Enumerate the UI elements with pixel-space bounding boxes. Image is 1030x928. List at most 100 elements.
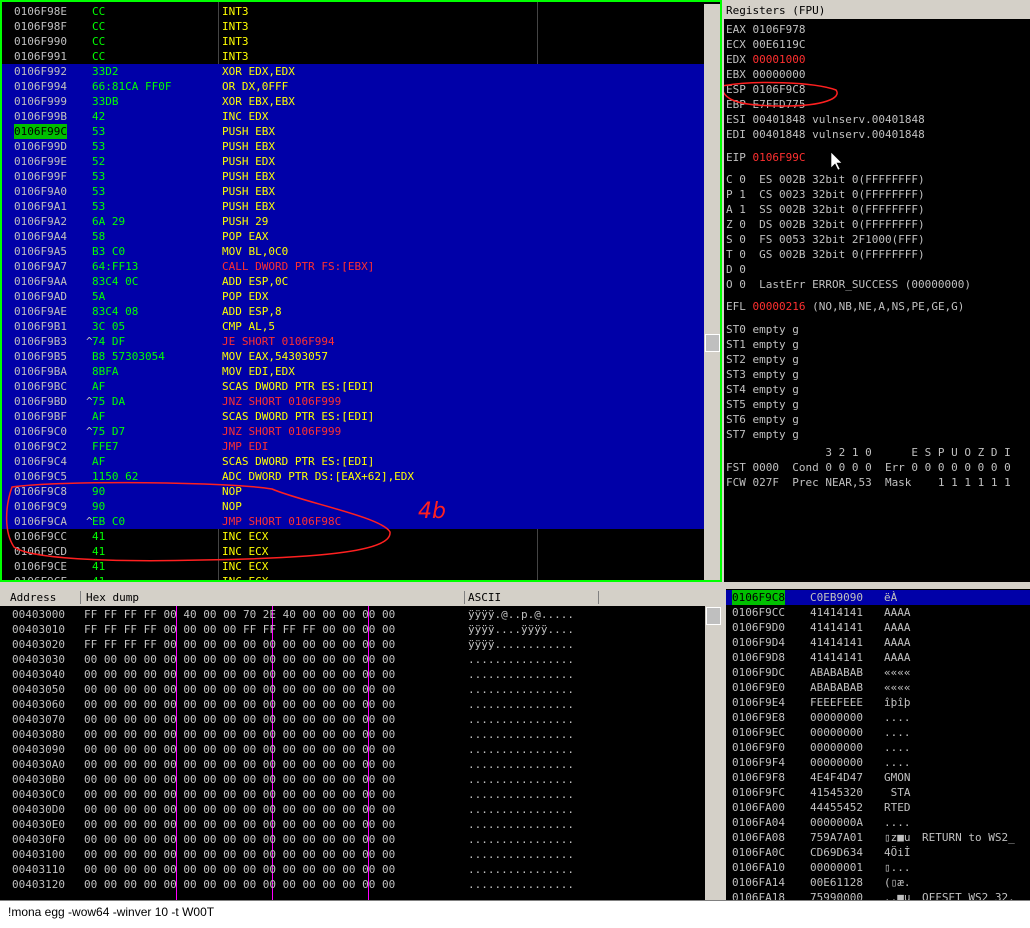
stack-row[interactable]: 0106FA00 44455452 RTED [726,800,1030,815]
stack-row[interactable]: 0106F9E8 00000000.... [726,710,1030,725]
register-eax[interactable]: EAX 0106F978 [726,22,812,37]
dump-address: 00403080 [12,728,65,741]
register-esp[interactable]: ESP 0106F9C8 [726,82,812,97]
dump-ascii: ................ [468,743,574,756]
fpu-st-row[interactable]: ST1 empty g [726,337,799,352]
stack-value: 41414141 [810,621,863,634]
stack-row[interactable]: 0106FA18 75990000 ..■u OFFSET WS2_32. [726,890,1030,900]
stack-row[interactable]: 0106F9CC 41414141 AAAA [726,605,1030,620]
dump-ascii: ................ [468,653,574,666]
register-ebp[interactable]: EBP E7FFD775 [726,97,812,112]
register-value[interactable]: 0106F9C8 [753,83,806,96]
stack-ascii: .... [884,726,911,739]
register-value[interactable]: 00E6119C [753,38,806,51]
register-value[interactable]: 0106F99C [753,151,806,164]
stack-ascii: îþîþ [884,696,911,709]
dump-scrollbar[interactable] [705,589,722,900]
stack-address: 0106F9EC [732,726,785,739]
stack-row[interactable]: 0106F9D4 41414141 AAAA [726,635,1030,650]
register-ecx[interactable]: ECX 00E6119C [726,37,812,52]
register-value[interactable]: 00401848 [753,128,806,141]
stack-row[interactable]: 0106FA08 759A7A01 ▯z■u RETURN to WS2_ [726,830,1030,845]
flag-row[interactable]: O 0 LastErr ERROR_SUCCESS (00000000) [726,277,971,292]
fpu-st-row[interactable]: ST6 empty g [726,412,799,427]
fpu-st-row[interactable]: ST4 empty g [726,382,799,397]
stack-value: 44455452 [810,801,863,814]
dump-address: 00403100 [12,848,65,861]
stack-row[interactable]: 0106F9E0 ABABABAB «««« [726,680,1030,695]
fpu-st-row[interactable]: ST7 empty g [726,427,799,442]
stack-ascii: 4Öiİ [884,846,911,859]
registers-pane[interactable]: Registers (FPU) EAX 0106F978 ECX 00E6119… [724,2,1030,582]
fpu-st-row[interactable]: ST5 empty g [726,397,799,412]
nop-block-circle [5,481,391,562]
fpu-st-row[interactable]: ST0 empty g [726,322,799,337]
flag-row[interactable]: Z 0 DS 002B 32bit 0(FFFFFFFF) [726,217,925,232]
disassembly-scrollbar[interactable] [704,4,720,580]
stack-value: 759A7A01 [810,831,863,844]
disassembly-pane[interactable]: 0106F98E CC INT3 0106F98F CC INT3 0106F990 CC IN… [0,0,722,582]
dump-ascii: ................ [468,818,574,831]
flag-row[interactable]: C 0 ES 002B 32bit 0(FFFFFFFF) [726,172,925,187]
command-input[interactable]: !mona egg -wow64 -winver 10 -t W00T [8,905,214,919]
flag-row[interactable]: S 0 FS 0053 32bit 2F1000(FFF) [726,232,925,247]
stack-row[interactable]: 0106FA10 00000001 ▯... [726,860,1030,875]
register-edx[interactable]: EDX 00001000 [726,52,812,67]
register-value[interactable]: 00000000 [753,68,806,81]
register-edi[interactable]: EDI 00401848 vulnserv.00401848 [726,127,925,142]
command-bar[interactable]: !mona egg -wow64 -winver 10 -t W00T [0,900,1030,928]
stack-row[interactable]: 0106F9D0 41414141 AAAA [726,620,1030,635]
stack-ascii: AAAA [884,651,911,664]
stack-row[interactable]: 0106F9FC 41545320 STA [726,785,1030,800]
hex-dump-pane[interactable]: Address Hex dump ASCII 00403000 FF FF FF … [0,587,722,900]
stack-row[interactable]: 0106FA0C CD69D634 4Öiİ [726,845,1030,860]
flag-row[interactable]: T 0 GS 002B 32bit 0(FFFFFFFF) [726,247,925,262]
flag-row[interactable]: P 1 CS 0023 32bit 0(FFFFFFFF) [726,187,925,202]
stack-row[interactable]: 0106F9DC ABABABAB «««« [726,665,1030,680]
dump-address: 00403050 [12,683,65,696]
stack-row[interactable]: 0106F9F0 00000000.... [726,740,1030,755]
register-value[interactable]: 00001000 [753,53,806,66]
dump-ascii: ................ [468,878,574,891]
scrollbar-thumb[interactable] [705,334,720,352]
stack-address: 0106F9F0 [732,741,785,754]
dump-col-address[interactable]: Address [10,589,56,606]
stack-value: CD69D634 [810,846,863,859]
dump-address: 00403120 [12,878,65,891]
stack-row[interactable]: 0106F9F4 00000000.... [726,755,1030,770]
stack-address: 0106F9C8 [732,590,785,605]
dump-col-hex[interactable]: Hex dump [86,589,139,606]
register-eip[interactable]: EIP 0106F99C [726,150,805,165]
stack-address: 0106FA18 [732,891,785,900]
stack-pane[interactable]: 0106F9C8 C0EB9090 ëÀ 0106F9CC 41414141 AAAA 01… [726,587,1030,900]
stack-ascii: .... [884,756,911,769]
dump-ascii: ................ [468,863,574,876]
stack-ascii: «««« [884,681,911,694]
stack-address: 0106F9E0 [732,681,785,694]
stack-row[interactable]: 0106FA04 0000000A.... [726,815,1030,830]
fpu-st-row[interactable]: ST3 empty g [726,367,799,382]
stack-row[interactable]: 0106F9F8 4E4F4D47 GMON [726,770,1030,785]
stack-row[interactable]: 0106F9EC 00000000.... [726,725,1030,740]
register-note: (NO,NB,NE,A,NS,PE,GE,G) [812,300,965,313]
dump-ascii: ................ [468,773,574,786]
dump-hex: 00 00 00 00 00 00 00 00 00 00 00 00 00 0… [84,788,396,801]
register-value[interactable]: E7FFD775 [753,98,806,111]
stack-row[interactable]: 0106F9C8 C0EB9090 ëÀ [726,590,1030,605]
register-ebx[interactable]: EBX 00000000 [726,67,812,82]
stack-address: 0106F9D8 [732,651,785,664]
register-efl[interactable]: EFL 00000216 (NO,NB,NE,A,NS,PE,GE,G) [726,299,964,314]
flag-row[interactable]: A 1 SS 002B 32bit 0(FFFFFFFF) [726,202,925,217]
flag-row[interactable]: D 0 [726,262,746,277]
register-value[interactable]: 0106F978 [753,23,806,36]
register-value[interactable]: 00401848 [753,113,806,126]
scrollbar-thumb[interactable] [706,607,721,625]
stack-row[interactable]: 0106F9E4 FEEEFEEE îþîþ [726,695,1030,710]
fpu-fpu-header: 3 2 1 0 E S P U O Z D I [726,446,1011,459]
register-esi[interactable]: ESI 00401848 vulnserv.00401848 [726,112,925,127]
stack-row[interactable]: 0106F9D8 41414141 AAAA [726,650,1030,665]
fpu-st-row[interactable]: ST2 empty g [726,352,799,367]
dump-col-ascii[interactable]: ASCII [468,589,501,606]
stack-row[interactable]: 0106FA14 00E61128 (▯æ. [726,875,1030,890]
register-value[interactable]: 00000216 [753,300,806,313]
